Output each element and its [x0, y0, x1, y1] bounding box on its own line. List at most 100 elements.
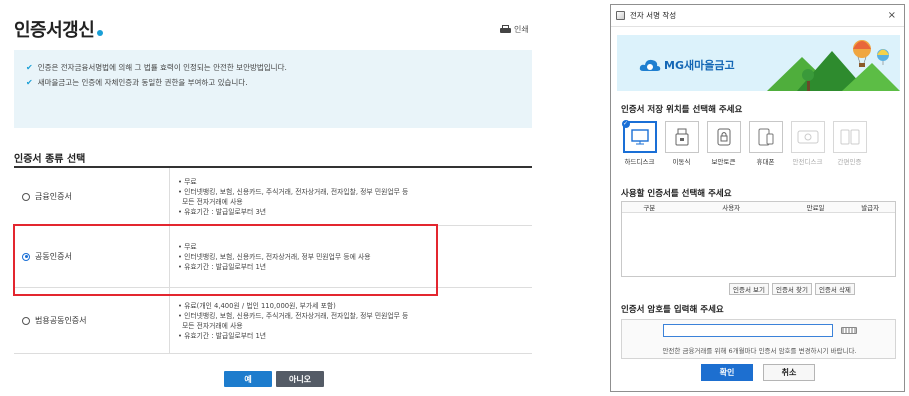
storage-simple-auth[interactable]: 간편인증 — [831, 121, 868, 169]
certificate-type-table: 금융인증서 • 무료 • 인터넷뱅킹, 보험, 신용카드, 주식거래, 전자상거… — [14, 166, 532, 354]
close-icon[interactable]: × — [888, 10, 896, 21]
type-row-joint: 공동인증서 • 무료 • 인터넷뱅킹, 보험, 신용카드, 전자상거래, 정부 … — [14, 226, 532, 288]
brand-banner: MG새마을금고 — [617, 35, 900, 91]
simple-auth-icon — [840, 129, 859, 145]
radio-checked-icon — [22, 252, 30, 261]
notice-box: ✔ 인증은 전자금융서명법에 의해 그 법률 효력이 인정되는 안전한 보안방법… — [14, 50, 532, 128]
column-header-user[interactable]: 사용자 — [677, 202, 786, 212]
notice-line: ✔ 새마을금고는 인증에 자체인증과 동일한 권한을 부여하고 있습니다. — [26, 77, 520, 88]
column-header-type[interactable]: 구분 — [622, 202, 677, 212]
view-certificate-button[interactable]: 인증서 보기 — [729, 283, 769, 295]
description-line: • 유효기간 : 발급일로부터 3년 — [178, 207, 267, 216]
description-line: • 무료 — [178, 177, 197, 186]
storage-heading: 인증서 저장 위치를 선택해 주세요 — [621, 105, 743, 115]
storage-box — [706, 121, 741, 153]
radio-joint-certificate[interactable]: 공동인증서 — [14, 226, 169, 287]
ok-button[interactable]: 확인 — [701, 364, 753, 381]
digital-signature-dialog: 전자 서명 작성 × MG새마을금고 인증서 저장 위치를 선택해 주세요 ✓ … — [610, 4, 905, 392]
no-button[interactable]: 아니오 — [276, 371, 324, 387]
cert-heading: 사용할 인증서를 선택해 주세요 — [621, 189, 732, 199]
print-button[interactable]: 인쇄 — [500, 24, 529, 35]
storage-label: 하드디스크 — [624, 158, 655, 166]
storage-phone[interactable]: 휴대폰 — [747, 121, 784, 169]
type-name-label: 범용공동인증서 — [35, 316, 87, 325]
description-line: 모든 전자거래에 사용 — [182, 197, 243, 206]
usb-icon — [675, 128, 688, 146]
notice-text: 인증은 전자금융서명법에 의해 그 법률 효력이 인정되는 안전한 보안방법입니… — [37, 63, 287, 72]
description-line: • 인터넷뱅킹, 보험, 신용카드, 주식거래, 전자상거래, 전자입찰, 정부… — [178, 187, 409, 196]
certificate-list-header: 구분 사용자 만료일 발급자 — [622, 202, 895, 213]
radio-general-joint-certificate[interactable]: 범용공동인증서 — [14, 288, 169, 353]
delete-certificate-button[interactable]: 인증서 삭제 — [814, 283, 855, 295]
description-line: • 인터넷뱅킹, 보험, 신용카드, 주식거래, 전자상거래, 전자입찰, 정부… — [178, 311, 409, 320]
cloud-logo-icon — [639, 59, 661, 71]
token-icon — [717, 128, 730, 146]
storage-options: ✓ 하드디스크 이동식 보안토큰 휴대폰 안전디스크 간편인증 — [621, 120, 868, 169]
confirm-buttons: 예 아니오 — [224, 371, 324, 387]
type-description: • 유료(개인 4,400원 / 법인 110,000원, 부가세 포함) • … — [169, 288, 532, 353]
description-line: • 무료 — [178, 242, 197, 251]
brand-name: MG새마을금고 — [664, 59, 735, 72]
monitor-icon — [630, 129, 649, 145]
storage-box — [790, 121, 825, 153]
radio-financial-certificate[interactable]: 금융인증서 — [14, 168, 169, 225]
type-name-label: 금융인증서 — [35, 192, 72, 201]
app-icon — [616, 11, 625, 20]
certificate-actions: 인증서 보기 인증서 찾기 인증서 삭제 — [729, 283, 855, 295]
dialog-title: 전자 서명 작성 — [630, 11, 677, 20]
password-hint: 안전한 금융거래를 위해 6개월마다 인증서 암호를 변경하시기 바랍니다. — [662, 347, 857, 355]
storage-label: 휴대폰 — [756, 158, 775, 166]
title-dot-icon — [97, 30, 104, 36]
type-row-financial: 금융인증서 • 무료 • 인터넷뱅킹, 보험, 신용카드, 주식거래, 전자상거… — [14, 168, 532, 226]
radio-icon — [22, 316, 30, 325]
mg-logo: MG새마을금고 — [639, 57, 735, 73]
description-line: • 유효기간 : 발급일로부터 1년 — [178, 331, 267, 340]
page-title: 인증서갱신 — [14, 16, 104, 42]
type-name-label: 공동인증서 — [35, 252, 72, 261]
storage-label: 간편인증 — [837, 158, 862, 166]
storage-box — [664, 121, 699, 153]
yes-button[interactable]: 예 — [224, 371, 272, 387]
password-input[interactable] — [663, 324, 833, 337]
storage-box — [832, 121, 867, 153]
storage-box — [748, 121, 783, 153]
section-title: 인증서 종류 선택 — [14, 154, 86, 165]
storage-harddisk[interactable]: ✓ 하드디스크 — [621, 120, 658, 169]
check-icon: ✔ — [26, 78, 33, 87]
password-area: 안전한 금융거래를 위해 6개월마다 인증서 암호를 변경하시기 바랍니다. — [621, 319, 896, 359]
page-title-text: 인증서갱신 — [14, 20, 95, 41]
storage-label: 이동식 — [672, 158, 691, 166]
print-label: 인쇄 — [514, 25, 529, 34]
notice-line: ✔ 인증은 전자금융서명법에 의해 그 법률 효력이 인정되는 안전한 보안방법… — [26, 62, 520, 73]
safe-disk-icon — [797, 130, 818, 144]
radio-icon — [22, 192, 30, 201]
storage-box: ✓ — [621, 120, 657, 153]
description-line: • 유효기간 : 발급일로부터 1년 — [178, 262, 267, 271]
column-header-expiry[interactable]: 만료일 — [786, 202, 846, 212]
description-line: 모든 전자거래에 사용 — [182, 321, 243, 330]
type-description: • 무료 • 인터넷뱅킹, 보험, 신용카드, 전자상거래, 정부 민원업무 등… — [169, 226, 532, 287]
type-description: • 무료 • 인터넷뱅킹, 보험, 신용카드, 주식거래, 전자상거래, 전자입… — [169, 168, 532, 225]
storage-removable[interactable]: 이동식 — [663, 121, 700, 169]
keyboard-icon[interactable] — [841, 327, 857, 334]
dialog-titlebar[interactable]: 전자 서명 작성 — [611, 5, 904, 27]
certificate-renewal-page: 인증서갱신 인쇄 ✔ 인증은 전자금융서명법에 의해 그 법률 효력이 인정되는… — [0, 0, 540, 396]
check-icon: ✔ — [26, 63, 33, 72]
storage-label: 안전디스크 — [792, 158, 823, 166]
printer-icon — [500, 25, 511, 34]
find-certificate-button[interactable]: 인증서 찾기 — [771, 283, 812, 295]
cancel-button[interactable]: 취소 — [763, 364, 815, 381]
storage-token[interactable]: 보안토큰 — [705, 121, 742, 169]
password-heading: 인증서 암호를 입력해 주세요 — [621, 305, 724, 315]
dialog-buttons: 확인 취소 — [701, 364, 815, 381]
storage-label: 보안토큰 — [711, 158, 736, 166]
selected-check-icon: ✓ — [621, 120, 630, 128]
description-line: • 인터넷뱅킹, 보험, 신용카드, 전자상거래, 정부 민원업무 등에 사용 — [178, 252, 371, 261]
column-header-issuer[interactable]: 발급자 — [845, 202, 895, 212]
description-line: • 유료(개인 4,400원 / 법인 110,000원, 부가세 포함) — [178, 301, 336, 310]
notice-text: 새마을금고는 인증에 자체인증과 동일한 권한을 부여하고 있습니다. — [37, 78, 248, 87]
type-row-general-joint: 범용공동인증서 • 유료(개인 4,400원 / 법인 110,000원, 부가… — [14, 288, 532, 354]
certificate-list[interactable]: 구분 사용자 만료일 발급자 — [621, 201, 896, 277]
phone-icon — [758, 128, 773, 146]
storage-safe-disk[interactable]: 안전디스크 — [789, 121, 826, 169]
